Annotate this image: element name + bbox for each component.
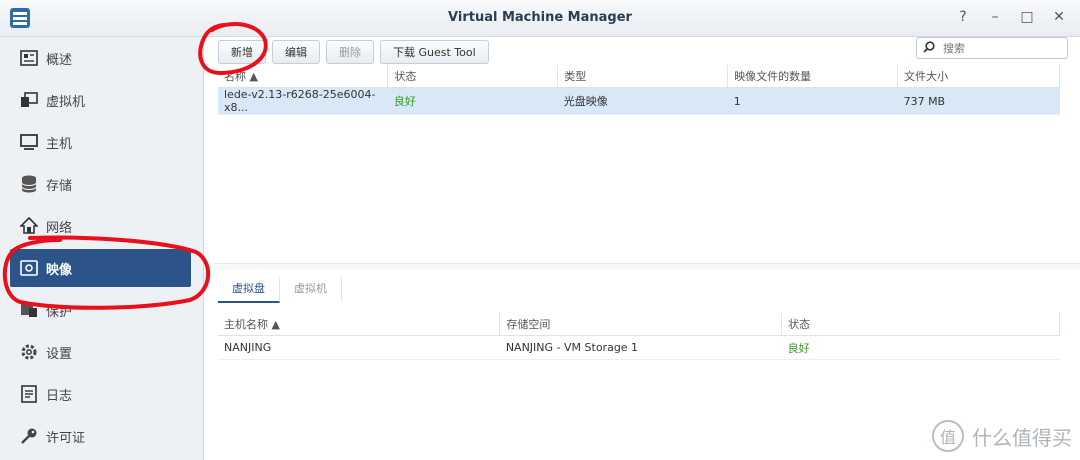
gear-icon — [20, 343, 38, 361]
protection-icon — [20, 301, 38, 319]
maximize-icon[interactable]: □ — [1018, 8, 1036, 26]
log-icon — [20, 385, 38, 403]
sidebar-item-image[interactable]: 映像 — [10, 249, 191, 287]
host-icon — [20, 133, 38, 151]
images-table: 名称 ▲ 状态 类型 映像文件的数量 文件大小 lede-v2.13-r6268… — [218, 65, 1060, 115]
cell-status: 良好 — [387, 87, 558, 115]
watermark-badge: 值 — [932, 420, 964, 452]
download-guest-tool-button[interactable]: 下载 Guest Tool — [380, 40, 489, 64]
sidebar-item-settings[interactable]: 设置 — [10, 333, 191, 371]
sidebar-item-label: 存储 — [46, 178, 73, 194]
overview-icon — [20, 49, 38, 67]
column-header-storage[interactable]: 存储空间 — [499, 313, 783, 336]
column-header-name[interactable]: 名称 ▲ — [218, 65, 389, 88]
tab-virtual-disk[interactable]: 虚拟盘 — [218, 277, 280, 303]
main-panel: 新增 编辑 删除 下载 Guest Tool 名称 ▲ 状态 类型 映像文件的数… — [204, 37, 1080, 460]
new-button[interactable]: 新增 — [218, 40, 266, 64]
window-controls: ? – □ ✕ — [954, 8, 1068, 26]
sidebar-item-label: 保护 — [46, 304, 73, 320]
watermark: 值 什么值得买 — [932, 420, 1072, 452]
cell-storage: NANJING - VM Storage 1 — [499, 335, 782, 360]
cell-size: 737 MB — [897, 87, 1060, 115]
cell-name: lede-v2.13-r6268-25e6004-x8... — [218, 87, 388, 115]
column-header-size[interactable]: 文件大小 — [897, 65, 1060, 88]
network-icon — [20, 217, 38, 235]
column-header-host[interactable]: 主机名称 ▲ — [218, 313, 501, 336]
column-header-type[interactable]: 类型 — [557, 65, 729, 88]
column-header-status[interactable]: 状态 — [387, 65, 559, 88]
sidebar-item-label: 设置 — [46, 346, 73, 362]
storage-icon — [20, 175, 38, 193]
close-icon[interactable]: ✕ — [1050, 8, 1068, 26]
search-icon — [923, 40, 935, 56]
sidebar-item-protection[interactable]: 保护 — [10, 291, 191, 329]
sidebar-item-overview[interactable]: 概述 — [10, 39, 191, 77]
vm-icon — [20, 91, 38, 109]
cell-host: NANJING — [218, 335, 500, 360]
sidebar-item-license[interactable]: 许可证 — [10, 417, 191, 455]
sidebar-item-log[interactable]: 日志 — [10, 375, 191, 413]
cell-status: 良好 — [781, 335, 1060, 360]
tab-virtual-machine[interactable]: 虚拟机 — [280, 277, 342, 301]
sidebar-item-label: 主机 — [46, 136, 73, 152]
search-box[interactable] — [916, 37, 1068, 59]
window-title: Virtual Machine Manager — [448, 10, 632, 25]
title-bar: Virtual Machine Manager ? – □ ✕ — [0, 0, 1080, 37]
column-header-count[interactable]: 映像文件的数量 — [727, 65, 899, 88]
sidebar: 概述 虚拟机 主机 存储 网络 映像 保护 设置 日志 许可证 — [0, 37, 204, 460]
cell-type: 光盘映像 — [557, 87, 728, 115]
column-header-status[interactable]: 状态 — [781, 313, 1060, 336]
detail-tabs: 虚拟盘 虚拟机 — [218, 277, 342, 303]
detail-table: 主机名称 ▲ 存储空间 状态 NANJING NANJING - VM Stor… — [218, 313, 1060, 360]
sidebar-item-label: 日志 — [46, 388, 73, 404]
cell-count: 1 — [727, 87, 898, 115]
sidebar-item-storage[interactable]: 存储 — [10, 165, 191, 203]
image-icon — [20, 259, 38, 277]
search-input[interactable] — [941, 40, 1065, 56]
edit-button[interactable]: 编辑 — [272, 40, 320, 64]
split-handle[interactable] — [214, 263, 1080, 270]
delete-button[interactable]: 删除 — [326, 40, 374, 64]
sidebar-item-label: 许可证 — [46, 430, 86, 446]
sidebar-item-label: 映像 — [46, 262, 73, 278]
minimize-icon[interactable]: – — [986, 8, 1004, 26]
key-icon — [20, 427, 38, 445]
table-row[interactable]: lede-v2.13-r6268-25e6004-x8... 良好 光盘映像 1… — [218, 87, 1060, 115]
sidebar-item-label: 网络 — [46, 220, 73, 236]
table-row[interactable]: NANJING NANJING - VM Storage 1 良好 — [218, 335, 1060, 360]
sidebar-item-host[interactable]: 主机 — [10, 123, 191, 161]
sidebar-item-label: 虚拟机 — [46, 94, 86, 110]
help-icon[interactable]: ? — [954, 8, 972, 26]
sidebar-item-label: 概述 — [46, 52, 73, 68]
sidebar-item-network[interactable]: 网络 — [10, 207, 191, 245]
toolbar: 新增 编辑 删除 下载 Guest Tool — [218, 37, 489, 67]
sidebar-item-vm[interactable]: 虚拟机 — [10, 81, 191, 119]
watermark-text: 什么值得买 — [972, 425, 1072, 450]
